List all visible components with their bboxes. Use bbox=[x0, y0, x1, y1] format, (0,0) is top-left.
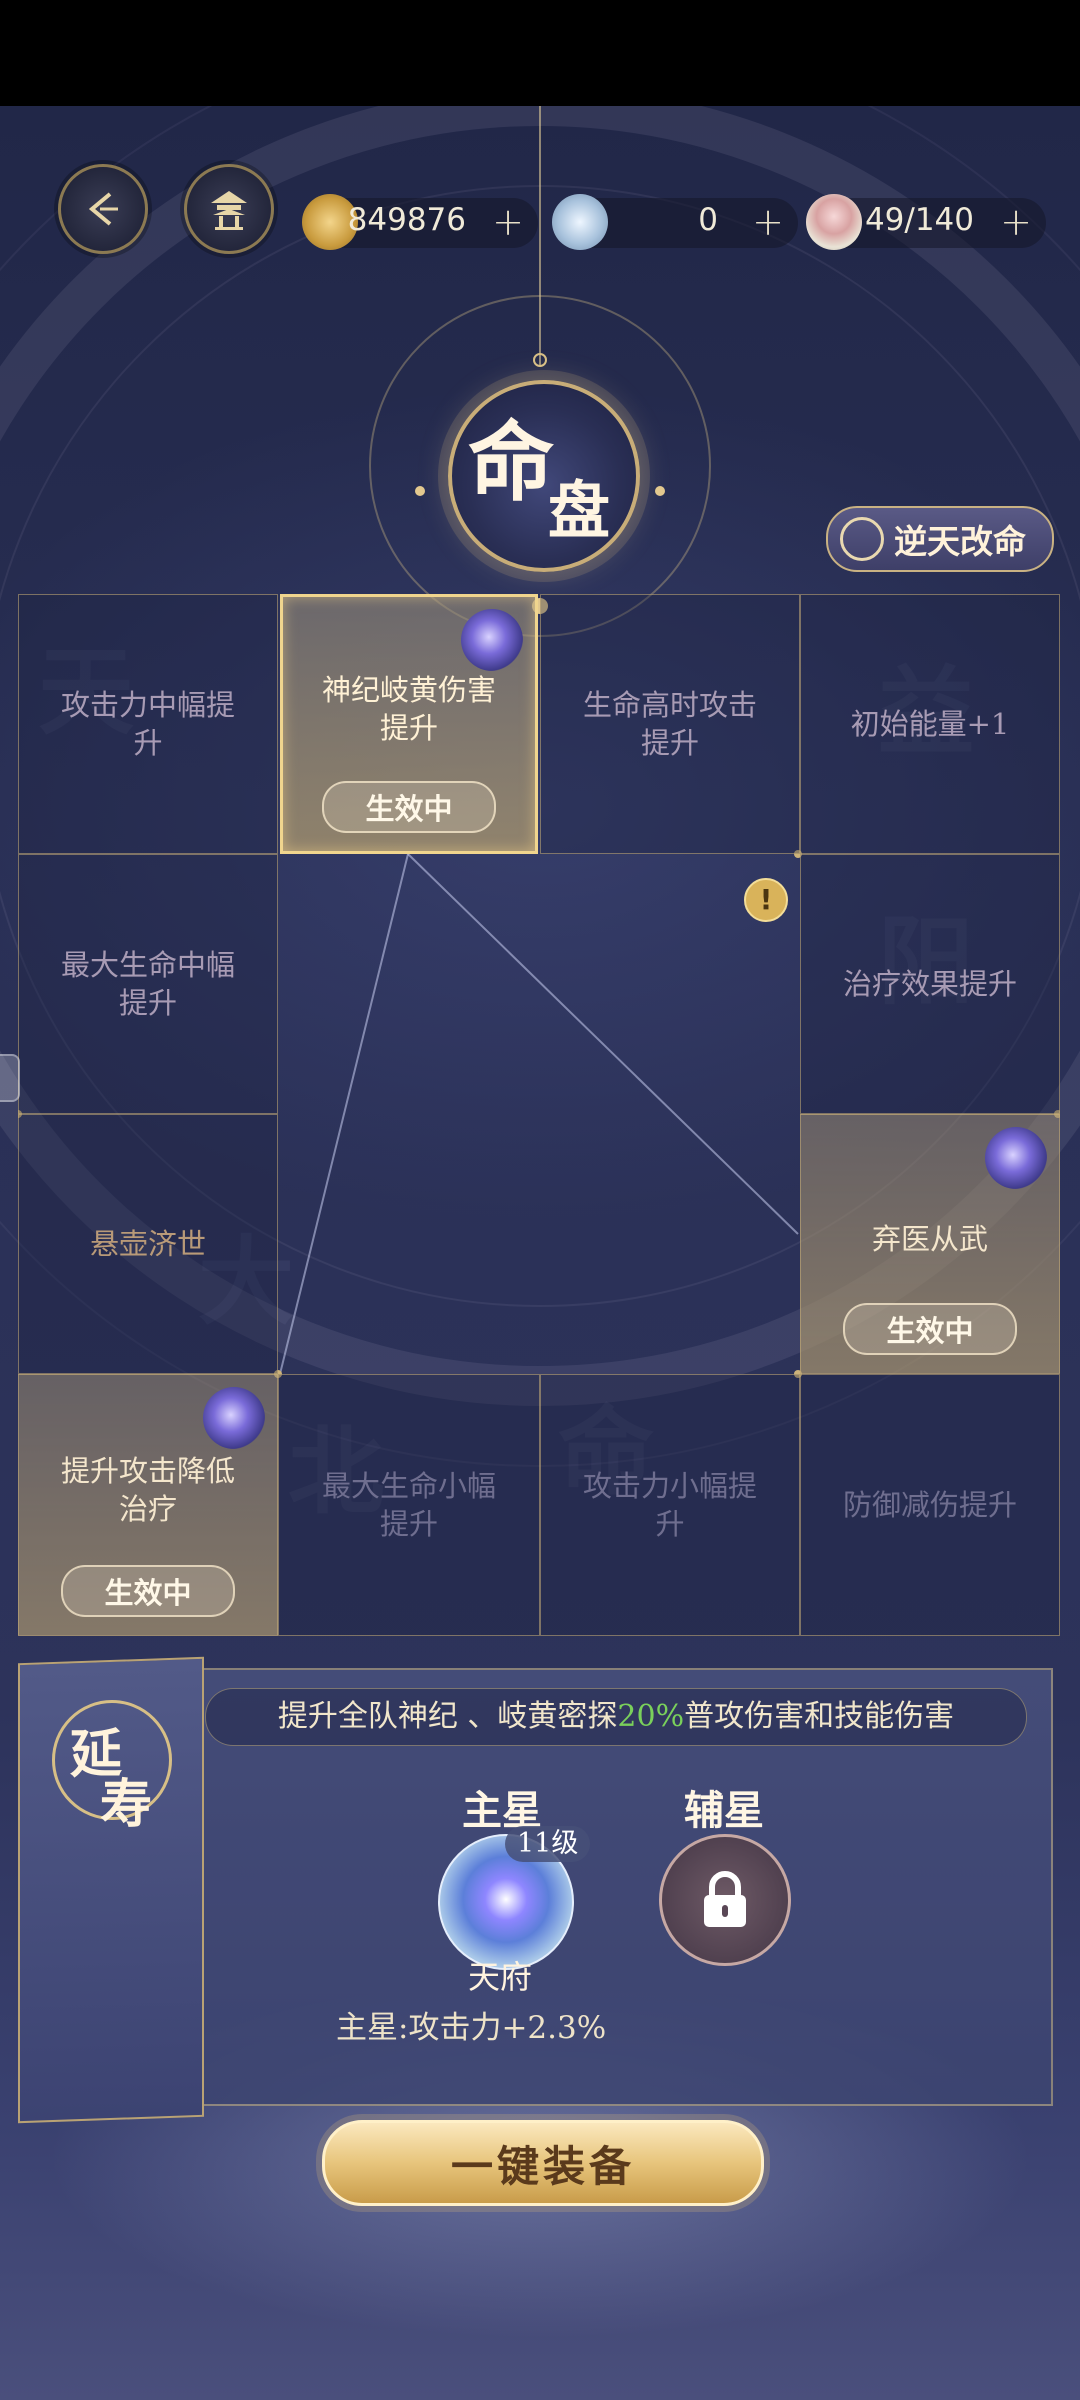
cell-label: 治疗效果提升 bbox=[842, 967, 1017, 1001]
grid-cell[interactable]: 攻击力小幅提升 bbox=[540, 1374, 800, 1636]
grid-cell[interactable]: 最大生命中幅提升 bbox=[18, 854, 278, 1114]
desc-highlight: 20% bbox=[617, 1699, 685, 1734]
star-orb-icon bbox=[985, 1127, 1047, 1189]
lock-icon bbox=[704, 1871, 746, 1927]
stamina-counter: 49/140 + bbox=[806, 194, 1046, 250]
cell-label: 弃医从武 bbox=[871, 1222, 988, 1256]
main-star-bonus: 主星:攻击力+2.3% bbox=[336, 2010, 607, 2046]
cell-label: 最大生命中幅提升 bbox=[60, 948, 235, 1020]
cell-label: 神纪岐黄伤害提升 bbox=[321, 673, 496, 745]
cell-label: 悬壶济世 bbox=[89, 1227, 206, 1261]
jade-value: 0 bbox=[698, 202, 718, 238]
add-jade-button[interactable]: + bbox=[752, 202, 784, 242]
moon-icon bbox=[840, 517, 884, 561]
reverse-fate-label: 逆天改命 bbox=[894, 522, 1026, 561]
grid-cell-active[interactable]: 弃医从武 生效中 bbox=[800, 1114, 1060, 1374]
back-button[interactable] bbox=[58, 164, 148, 254]
grid-cell[interactable]: 攻击力中幅提升 bbox=[18, 594, 278, 854]
active-tag: 生效中 bbox=[61, 1565, 235, 1617]
cell-label: 初始能量+1 bbox=[850, 707, 1010, 741]
one-click-equip-button[interactable]: 一键装备 bbox=[322, 2120, 764, 2206]
effect-description: 提升全队神纪 、岐黄密探20%普攻伤害和技能伤害 bbox=[205, 1688, 1027, 1746]
sub-star-slot[interactable] bbox=[659, 1834, 791, 1966]
main-star-name: 天府 bbox=[468, 1958, 533, 1996]
reverse-fate-button[interactable]: 逆天改命 bbox=[826, 506, 1054, 572]
coin-counter: 849876 + bbox=[302, 194, 538, 250]
grid-cell-selected[interactable]: 神纪岐黄伤害提升 生效中 bbox=[280, 594, 538, 854]
cell-label: 防御减伤提升 bbox=[842, 1488, 1017, 1522]
alert-icon[interactable]: ! bbox=[744, 878, 788, 922]
title-char-1: 命 bbox=[468, 412, 554, 513]
desc-text-1: 提升全队神纪 、岐黄密探 bbox=[277, 1699, 618, 1734]
side-drawer-handle[interactable] bbox=[0, 1054, 20, 1102]
active-tag: 生效中 bbox=[322, 781, 496, 833]
pavilion-icon bbox=[211, 191, 247, 230]
grid-cell[interactable]: 初始能量+1 bbox=[800, 594, 1060, 854]
status-bar bbox=[0, 0, 1080, 106]
jade-counter: 0 + bbox=[552, 194, 798, 250]
equip-label: 一键装备 bbox=[450, 2141, 635, 2191]
main-star-level: 11级 bbox=[505, 1826, 591, 1862]
grid-cell[interactable]: 防御减伤提升 bbox=[800, 1374, 1060, 1636]
home-button[interactable] bbox=[184, 164, 274, 254]
bowl-icon bbox=[806, 194, 862, 250]
coin-value: 849876 bbox=[347, 202, 466, 238]
desc-text-2: 普攻伤害和技能伤害 bbox=[684, 1699, 955, 1734]
title-char-2: 盘 bbox=[548, 474, 611, 547]
cell-label: 生命高时攻击提升 bbox=[582, 688, 757, 760]
star-orb-icon bbox=[203, 1387, 265, 1449]
add-stamina-button[interactable]: + bbox=[1000, 202, 1032, 242]
grid-cell[interactable]: 最大生命小幅提升 bbox=[278, 1374, 540, 1636]
sub-star-title: 辅星 bbox=[684, 1787, 764, 1834]
add-coin-button[interactable]: + bbox=[492, 202, 524, 242]
grid-cell[interactable]: 生命高时攻击提升 bbox=[540, 594, 800, 854]
cell-label: 提升攻击降低治疗 bbox=[60, 1454, 235, 1526]
grid-cell-active[interactable]: 提升攻击降低治疗 生效中 bbox=[18, 1374, 278, 1636]
scroll-char-2: 寿 bbox=[100, 1774, 153, 1835]
cell-label: 最大生命小幅提升 bbox=[321, 1469, 496, 1541]
back-arrow-icon bbox=[88, 192, 118, 226]
active-tag: 生效中 bbox=[843, 1303, 1017, 1355]
cell-label: 攻击力小幅提升 bbox=[582, 1469, 757, 1541]
star-orb-icon bbox=[461, 609, 523, 671]
grid-cell[interactable]: 悬壶济世 bbox=[18, 1114, 278, 1374]
grid-cell[interactable]: 治疗效果提升 bbox=[800, 854, 1060, 1114]
stamina-value: 49/140 bbox=[864, 202, 974, 238]
fate-grid: 天 益 阳 大 北 命 攻击力中幅提升 神纪岐黄伤害提升 生效中 生命高时攻击提… bbox=[18, 594, 1060, 1636]
jade-icon bbox=[552, 194, 608, 250]
cell-label: 攻击力中幅提升 bbox=[60, 688, 235, 760]
